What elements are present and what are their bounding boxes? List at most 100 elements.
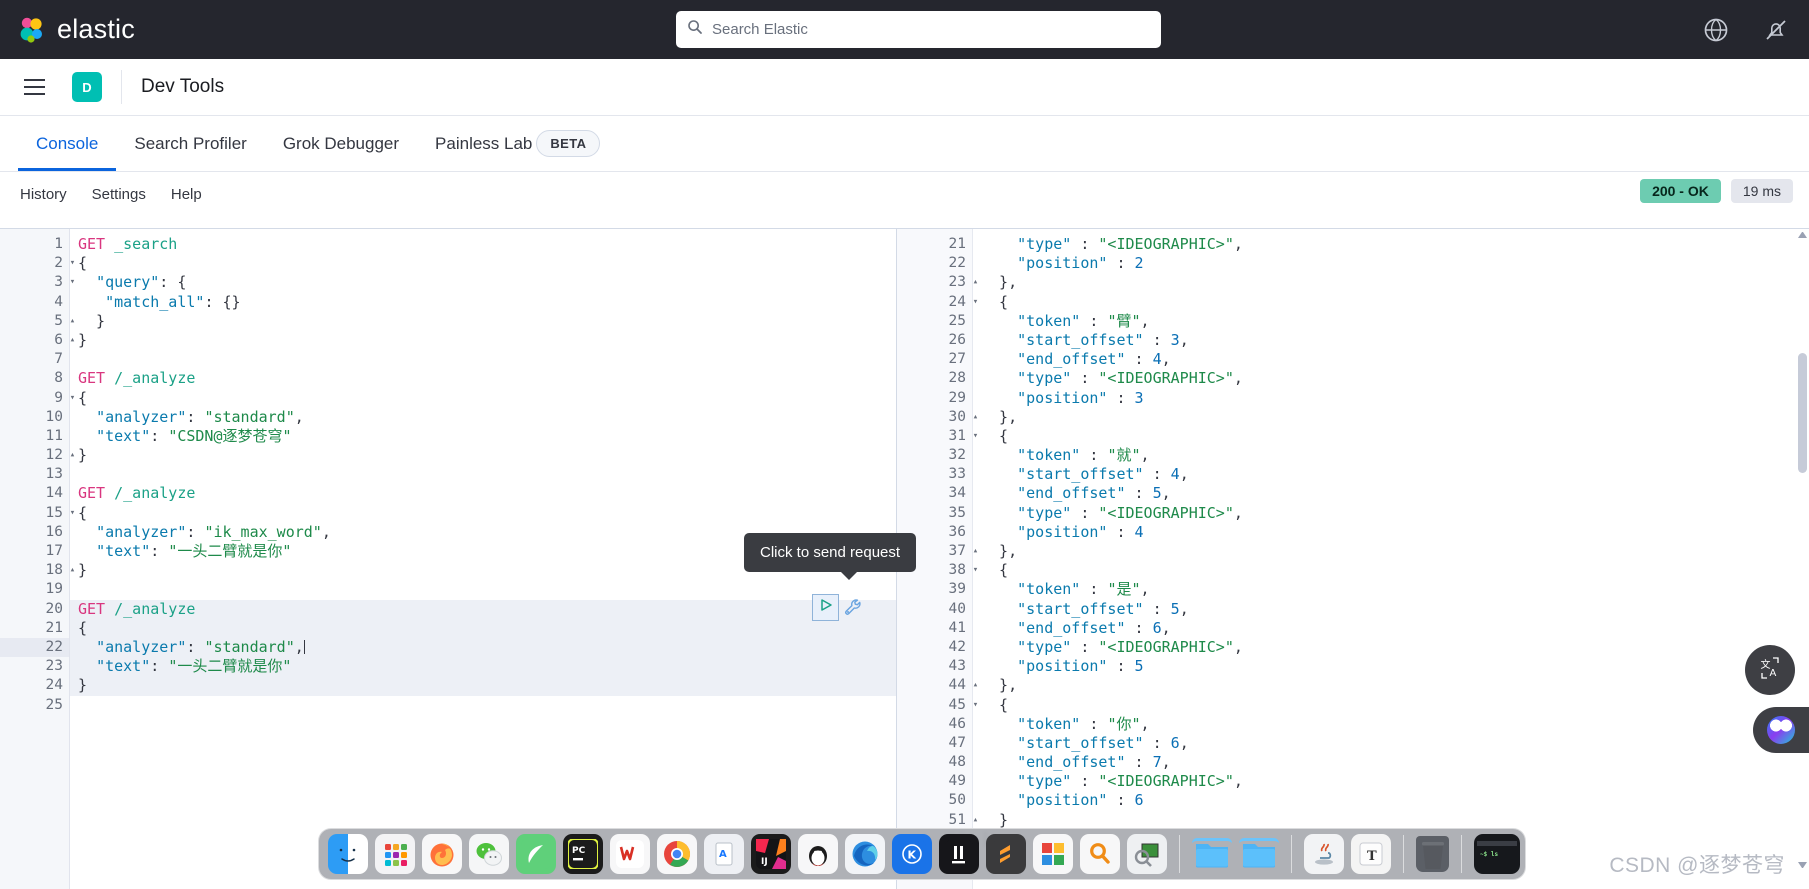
tab-grok-debugger[interactable]: Grok Debugger	[265, 116, 417, 171]
output-line-number[interactable]: 25	[897, 312, 972, 331]
output-code-line[interactable]: "type" : "<IDEOGRAPHIC>",	[973, 235, 1809, 254]
scroll-down-arrow-icon[interactable]	[1798, 862, 1807, 871]
ai-assistant-fab[interactable]	[1753, 707, 1809, 753]
output-code-line[interactable]: "token" : "臂",	[973, 312, 1809, 331]
dock-icon-firefox[interactable]	[422, 834, 462, 874]
output-code-line[interactable]: },	[973, 542, 1809, 561]
output-line-number[interactable]: 21	[897, 235, 972, 254]
output-line-number[interactable]: 24 ▾	[897, 293, 979, 312]
output-line-number[interactable]: 31 ▾	[897, 427, 979, 446]
dock-icon-launchpad[interactable]	[375, 834, 415, 874]
editor-code-line[interactable]: "text": "一头二臂就是你"	[70, 657, 896, 677]
output-line-number[interactable]: 47	[897, 734, 972, 753]
editor-code-line[interactable]: GET /_analyze	[70, 484, 896, 503]
editor-code-line[interactable]: GET /_analyze	[70, 369, 896, 388]
output-code-area[interactable]: "type" : "<IDEOGRAPHIC>", "position" : 2…	[973, 229, 1809, 889]
editor-line-number[interactable]: 21▾	[0, 619, 76, 638]
output-line-number[interactable]: 26	[897, 331, 972, 350]
dock-icon-google-chrome[interactable]	[657, 834, 697, 874]
output-code-line[interactable]: {	[973, 696, 1809, 715]
editor-line-number[interactable]: 8	[0, 369, 69, 388]
editor-line-number[interactable]: 15 ▾	[0, 504, 76, 523]
editor-line-number[interactable]: 1	[0, 235, 69, 254]
editor-code-line[interactable]	[70, 580, 896, 599]
output-line-number[interactable]: 23 ▴	[897, 273, 979, 292]
output-code-line[interactable]: {	[973, 293, 1809, 312]
editor-code-line[interactable]	[70, 465, 896, 484]
dock-icon-textedit[interactable]: T	[1351, 834, 1391, 874]
dock-icon-spotlight-search[interactable]	[1080, 834, 1120, 874]
output-code-line[interactable]: {	[973, 561, 1809, 580]
editor-code-line[interactable]: GET /_analyze	[70, 599, 896, 619]
tab-painless-lab[interactable]: Painless Lab BETA	[417, 116, 618, 171]
dock-icon-pycharm[interactable]: PC	[563, 834, 603, 874]
output-code-line[interactable]: "position" : 5	[973, 657, 1809, 676]
editor-line-number[interactable]: 3 ▾	[0, 273, 75, 292]
scroll-up-arrow-icon[interactable]	[1798, 229, 1807, 238]
output-line-number[interactable]: 42	[897, 638, 972, 657]
editor-line-number[interactable]: 23	[0, 657, 69, 676]
output-code-line[interactable]: "type" : "<IDEOGRAPHIC>",	[973, 772, 1809, 791]
output-code-line[interactable]: "end_offset" : 4,	[973, 350, 1809, 369]
wrench-icon[interactable]	[843, 597, 865, 619]
toolbar-link-settings[interactable]: Settings	[92, 186, 146, 203]
tab-search-profiler[interactable]: Search Profiler	[116, 116, 264, 171]
editor-code-line[interactable]: }	[70, 312, 896, 331]
editor-line-number[interactable]: 19	[0, 580, 69, 599]
dock-icon-folder-two[interactable]	[1239, 838, 1279, 871]
dock-icon-wps-office[interactable]	[610, 834, 650, 874]
output-code-line[interactable]: {	[973, 427, 1809, 446]
editor-code-line[interactable]: {	[70, 389, 896, 408]
editor-line-number[interactable]: 9 ▾	[0, 389, 75, 408]
output-code-line[interactable]: "type" : "<IDEOGRAPHIC>",	[973, 638, 1809, 657]
editor-line-number[interactable]: 22	[0, 637, 69, 658]
response-output-pane[interactable]: 21 22 23 ▴ 24 ▾ 25 26 27 28 29 30 ▴ 31 ▾ 32 33 34 35 36 37 ▴ 3…	[897, 228, 1809, 889]
dock-icon-finder[interactable]	[328, 834, 368, 874]
dock-icon-microsoft-edge[interactable]	[845, 834, 885, 874]
output-code-line[interactable]: "position" : 6	[973, 791, 1809, 810]
output-scrollbar[interactable]	[1798, 232, 1807, 868]
editor-code-line[interactable]: "query": {	[70, 273, 896, 292]
editor-line-number[interactable]: 24▴	[0, 676, 76, 695]
output-line-number[interactable]: 34	[897, 484, 972, 503]
output-line-number[interactable]: 28	[897, 369, 972, 388]
output-code-line[interactable]: "type" : "<IDEOGRAPHIC>",	[973, 369, 1809, 388]
output-code-line[interactable]: "start_offset" : 3,	[973, 331, 1809, 350]
editor-code-line[interactable]: {	[70, 254, 896, 273]
editor-line-number[interactable]: 13	[0, 465, 69, 484]
editor-code-line[interactable]: }	[70, 331, 896, 350]
bell-slash-icon[interactable]	[1763, 17, 1789, 43]
editor-code-line[interactable]: "match_all": {}	[70, 293, 896, 312]
output-code-line[interactable]: "end_offset" : 5,	[973, 484, 1809, 503]
output-code-line[interactable]: },	[973, 408, 1809, 427]
toolbar-link-history[interactable]: History	[20, 186, 67, 203]
editor-code-line[interactable]: {	[70, 504, 896, 523]
output-line-number[interactable]: 50	[897, 791, 972, 810]
dock-icon-kingsoft[interactable]: K	[892, 834, 932, 874]
dock-icon-wechat[interactable]	[469, 834, 509, 874]
output-code-line[interactable]: },	[973, 273, 1809, 292]
hamburger-menu-icon[interactable]	[14, 67, 54, 107]
editor-code-line[interactable]	[70, 696, 896, 715]
dock-icon-qq[interactable]	[798, 834, 838, 874]
editor-line-number[interactable]: 14	[0, 484, 69, 503]
brand[interactable]: elastic	[18, 14, 135, 45]
editor-line-number[interactable]: 5 ▴	[0, 312, 75, 331]
editor-line-number[interactable]: 20	[0, 600, 69, 619]
output-code-line[interactable]: }	[973, 811, 1809, 830]
global-search-box[interactable]: Search Elastic	[676, 11, 1161, 48]
editor-line-number[interactable]: 11	[0, 427, 69, 446]
translate-fab[interactable]: 文 A	[1745, 645, 1795, 695]
dock-icon-preview-app[interactable]	[1127, 834, 1167, 874]
output-line-number[interactable]: 46	[897, 715, 972, 734]
scrollbar-thumb[interactable]	[1798, 353, 1807, 473]
dock-icon-intellij-idea[interactable]: IJ	[751, 834, 791, 874]
editor-line-number[interactable]: 17	[0, 542, 69, 561]
output-code-line[interactable]: "position" : 2	[973, 254, 1809, 273]
send-request-button[interactable]	[812, 594, 839, 621]
dock-icon-windows-app[interactable]	[1033, 834, 1073, 874]
dock-icon-alipay[interactable]: A	[704, 834, 744, 874]
output-code-line[interactable]: "position" : 4	[973, 523, 1809, 542]
editor-line-gutter[interactable]: 1 2 ▾ 3 ▾ 4 5 ▴ 6 ▴ 7 8 9 ▾ 10 11 12 ▴ 13 14 15 ▾ 16 17 18 ▴ 19 20 2…	[0, 229, 76, 889]
editor-line-number[interactable]: 12 ▴	[0, 446, 76, 465]
